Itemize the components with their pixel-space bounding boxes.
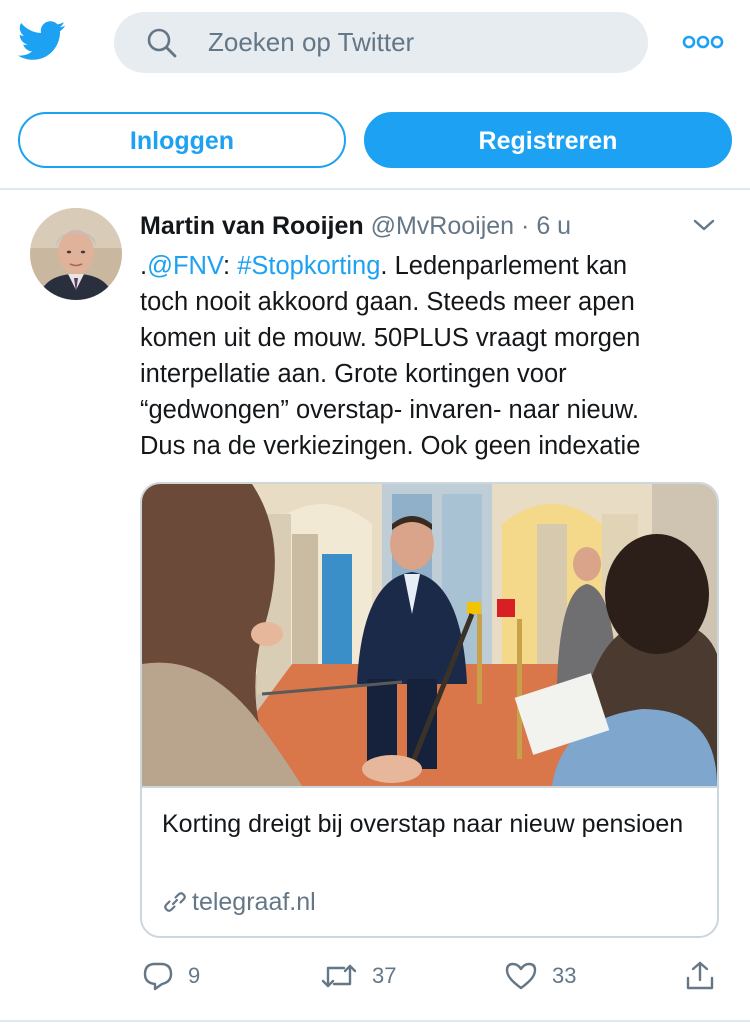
search-box[interactable]: Zoeken op Twitter — [114, 12, 648, 73]
retweet-button[interactable]: 37 — [320, 958, 396, 994]
header-separator: · — [521, 212, 530, 240]
reply-icon — [143, 962, 173, 991]
like-count: 33 — [552, 963, 577, 989]
tweet-text-colon: : — [223, 252, 238, 280]
tweet-header: Martin van Rooijen @MvRooijen · 6 u — [140, 210, 700, 244]
card-domain[interactable]: telegraaf.nl — [162, 884, 316, 920]
tweet-line-4: interpellatie aan. Grote kortingen voor — [140, 360, 567, 388]
tweet-line-6: Dus na de verkiezingen. Ook geen indexat… — [140, 432, 641, 460]
like-button[interactable]: 33 — [504, 958, 576, 994]
mention-link[interactable]: @FNV — [147, 252, 223, 280]
more-dots-icon[interactable] — [682, 32, 724, 52]
card-divider — [142, 786, 717, 788]
bottom-divider — [0, 1020, 750, 1022]
card-title[interactable]: Korting dreigt bij overstap naar nieuw p… — [162, 806, 692, 842]
link-icon — [164, 892, 186, 912]
top-bar: Zoeken op Twitter — [0, 0, 750, 88]
reply-count: 9 — [188, 963, 201, 989]
header-divider — [0, 188, 750, 190]
heart-icon — [505, 962, 537, 990]
link-card[interactable]: Korting dreigt bij overstap naar nieuw p… — [140, 482, 719, 938]
retweet-icon — [321, 964, 357, 988]
reply-button[interactable]: 9 — [142, 958, 200, 994]
tweet-line-2: toch nooit akkoord gaan. Steeds meer ape… — [140, 288, 635, 316]
chevron-down-icon[interactable] — [692, 216, 716, 234]
share-icon — [686, 961, 714, 990]
tweet-line-1: .@FNV: #Stopkorting. Ledenparlement kan — [140, 248, 730, 284]
tweet-text: .@FNV: #Stopkorting. Ledenparlement kan … — [140, 248, 730, 464]
author-handle[interactable]: @MvRooijen — [371, 212, 514, 240]
tweet-line-3: komen uit de mouw. 50PLUS vraagt morgen — [140, 324, 641, 352]
share-button[interactable] — [684, 958, 716, 994]
search-placeholder: Zoeken op Twitter — [208, 27, 415, 57]
register-button[interactable]: Registreren — [364, 112, 732, 168]
tweet-time[interactable]: 6 u — [536, 212, 571, 240]
twitter-bird-icon[interactable] — [18, 20, 66, 62]
card-domain-text: telegraaf.nl — [192, 888, 316, 916]
avatar-photo — [30, 208, 122, 300]
author-name[interactable]: Martin van Rooijen — [140, 212, 364, 240]
avatar[interactable] — [30, 208, 122, 300]
tweet-line-5: “gedwongen” overstap- invaren- naar nieu… — [140, 396, 639, 424]
card-image — [142, 484, 717, 786]
retweet-count: 37 — [372, 963, 397, 989]
hashtag-link[interactable]: #Stopkorting — [237, 252, 380, 280]
tweet-text-rest: . Ledenparlement kan — [380, 252, 628, 280]
search-icon — [147, 28, 177, 58]
login-button[interactable]: Inloggen — [18, 112, 346, 168]
